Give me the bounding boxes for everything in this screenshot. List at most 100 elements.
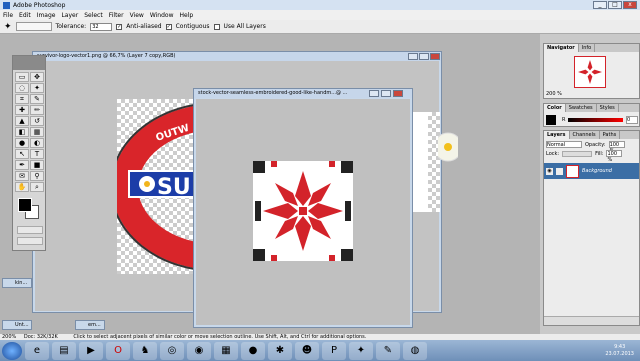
tab-color[interactable]: Color — [544, 104, 566, 112]
minimize-button[interactable]: _ — [593, 1, 607, 9]
orb-icon[interactable]: ● — [241, 341, 265, 360]
use-all-layers-checkbox[interactable] — [213, 23, 220, 30]
minimized-doc-3[interactable]: em... — [75, 320, 105, 330]
doc-minimize-button[interactable] — [369, 90, 379, 97]
options-bar: ✦ Tolerance: 32 ✓ Anti-aliased ✓ Contigu… — [0, 20, 640, 34]
pen-icon[interactable]: ✒ — [15, 160, 29, 170]
layers-panel: Layers Channels Paths Normal Opacity: 10… — [543, 130, 640, 326]
menu-edit[interactable]: Edit — [19, 12, 31, 19]
quick-mask-buttons[interactable] — [17, 226, 43, 234]
stamp-icon[interactable]: ▲ — [15, 116, 29, 126]
tolerance-input[interactable]: 32 — [90, 22, 113, 31]
document-window-embroidery[interactable]: stock-vector-seamless-embroidered-good-l… — [193, 88, 413, 328]
zoom-icon[interactable]: ⌕ — [30, 182, 44, 192]
system-clock[interactable]: 9:43 23.07.2013 — [605, 344, 634, 358]
opacity-input[interactable]: 100 % — [608, 141, 625, 154]
r-slider[interactable] — [568, 118, 623, 122]
navigator-thumbnail[interactable] — [574, 56, 606, 88]
layer-name[interactable]: Background — [582, 168, 612, 174]
chrome-icon[interactable]: ◎ — [160, 341, 184, 360]
ps-icon[interactable]: ✱ — [268, 341, 292, 360]
tab-channels[interactable]: Channels — [570, 131, 600, 139]
opera-icon[interactable]: O — [106, 341, 130, 360]
lasso-icon[interactable]: ◌ — [15, 83, 29, 93]
menu-select[interactable]: Select — [84, 12, 103, 19]
screen-mode-buttons[interactable] — [17, 237, 43, 245]
paint-icon[interactable]: ✎ — [376, 341, 400, 360]
menu-help[interactable]: Help — [180, 12, 194, 19]
layer-row-background[interactable]: ◉ Background — [544, 163, 639, 179]
doc-maximize-button[interactable] — [381, 90, 391, 97]
folder-icon[interactable]: ▤ — [52, 341, 76, 360]
blend-mode-select[interactable]: Normal — [546, 141, 582, 148]
document-title: stock-vector-seamless-embroidered-good-l… — [194, 89, 412, 98]
selection-mode-buttons[interactable] — [15, 22, 52, 31]
move-icon[interactable]: ✥ — [30, 72, 44, 82]
tab-styles[interactable]: Styles — [597, 104, 619, 112]
menu-window[interactable]: Window — [150, 12, 174, 19]
contiguous-checkbox[interactable]: ✓ — [165, 23, 172, 30]
r-label: R — [562, 117, 566, 123]
notes-icon[interactable]: ✉ — [15, 171, 29, 181]
gradient-icon[interactable]: ▦ — [30, 127, 44, 137]
dodge-icon[interactable]: ◐ — [30, 138, 44, 148]
eye-icon[interactable]: ◉ — [546, 167, 553, 175]
doc-close-button[interactable] — [393, 90, 403, 97]
menu-view[interactable]: View — [130, 12, 144, 19]
burn-icon[interactable]: ◍ — [403, 341, 427, 360]
doc-close-button[interactable] — [430, 53, 440, 60]
tab-layers[interactable]: Layers — [544, 131, 570, 139]
r-value[interactable]: 0 — [626, 116, 638, 124]
healing-icon[interactable]: ✚ — [15, 105, 29, 115]
tab-swatches[interactable]: Swatches — [566, 104, 597, 112]
media-icon[interactable]: ▶ — [79, 341, 103, 360]
anti-aliased-checkbox[interactable]: ✓ — [116, 23, 123, 30]
type-icon[interactable]: T — [30, 149, 44, 159]
tab-info[interactable]: Info — [579, 44, 596, 52]
menu-layer[interactable]: Layer — [61, 12, 78, 19]
document-canvas[interactable] — [196, 99, 410, 325]
calc-icon[interactable]: ▦ — [214, 341, 238, 360]
toolbox-header[interactable] — [13, 56, 45, 70]
ps2-icon[interactable]: ✦ — [349, 341, 373, 360]
marquee-icon[interactable]: ▭ — [15, 72, 29, 82]
gimp-icon[interactable]: ☻ — [295, 341, 319, 360]
magic-wand-icon[interactable]: ✦ — [4, 22, 12, 32]
hand-icon[interactable]: ✋ — [15, 182, 29, 192]
eyedropper-icon[interactable]: ⚲ — [30, 171, 44, 181]
blur-icon[interactable]: ● — [15, 138, 29, 148]
shape-icon[interactable]: ■ — [30, 160, 44, 170]
embroidery-pattern — [253, 161, 353, 261]
start-button[interactable] — [2, 341, 22, 360]
tab-navigator[interactable]: Navigator — [544, 44, 579, 52]
navigator-zoom[interactable]: 200 % — [546, 91, 562, 97]
link-icon[interactable] — [556, 167, 563, 175]
menu-image[interactable]: Image — [37, 12, 56, 19]
magic-wand-icon[interactable]: ✦ — [30, 83, 44, 93]
slice-icon[interactable]: ✎ — [30, 94, 44, 104]
minimized-doc-1[interactable]: kin... — [2, 278, 32, 288]
firefox-icon[interactable]: ◉ — [187, 341, 211, 360]
maximize-button[interactable]: □ — [608, 1, 622, 9]
game-icon[interactable]: ♞ — [133, 341, 157, 360]
brush-icon[interactable]: ✏ — [30, 105, 44, 115]
foreground-color-swatch[interactable] — [18, 198, 32, 212]
lock-buttons[interactable] — [562, 150, 593, 157]
doc-minimize-button[interactable] — [408, 53, 418, 60]
crop-icon[interactable]: ⌗ — [15, 94, 29, 104]
menu-file[interactable]: File — [3, 12, 13, 19]
layers-toolbar[interactable] — [544, 316, 639, 325]
fill-input[interactable]: 100 % — [606, 150, 623, 163]
clock-date: 23.07.2013 — [605, 350, 634, 357]
close-button[interactable]: x — [623, 1, 637, 9]
menu-filter[interactable]: Filter — [109, 12, 124, 19]
photoshop-icon[interactable]: P — [322, 341, 346, 360]
history-brush-icon[interactable]: ↺ — [30, 116, 44, 126]
path-select-icon[interactable]: ↖ — [15, 149, 29, 159]
ie-icon[interactable]: e — [25, 341, 49, 360]
eraser-icon[interactable]: ◧ — [15, 127, 29, 137]
color-swatch[interactable] — [546, 115, 556, 125]
tab-paths[interactable]: Paths — [600, 131, 621, 139]
doc-maximize-button[interactable] — [419, 53, 429, 60]
minimized-doc-2[interactable]: Unt... — [2, 320, 32, 330]
